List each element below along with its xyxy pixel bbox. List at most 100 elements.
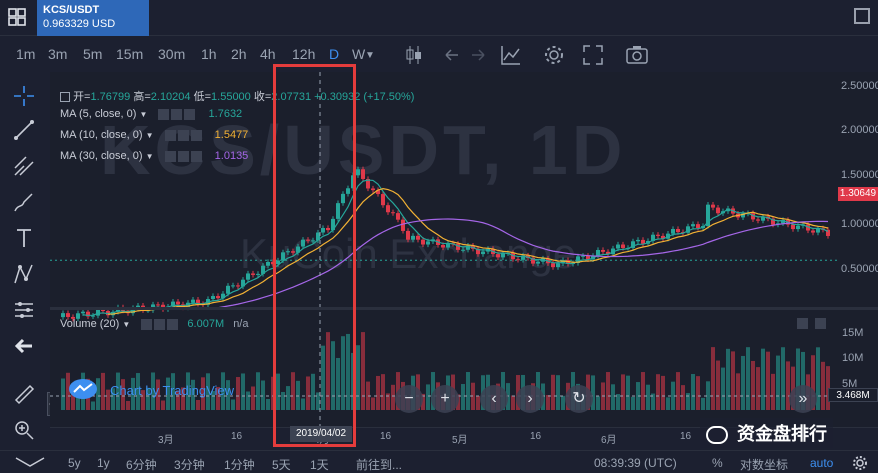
settings-icon[interactable] bbox=[177, 150, 189, 162]
interval-week[interactable]: W bbox=[352, 46, 365, 62]
candle-body bbox=[256, 273, 260, 275]
scroll-to-realtime-button[interactable]: » bbox=[789, 385, 817, 413]
range-5d[interactable]: 5天 bbox=[272, 456, 291, 473]
eye-icon[interactable] bbox=[158, 108, 170, 120]
interval-day[interactable]: D bbox=[329, 46, 339, 62]
candle-body bbox=[536, 261, 540, 264]
tradingview-logo-icon[interactable] bbox=[68, 378, 98, 400]
candle-body bbox=[81, 311, 85, 314]
ma30-legend[interactable]: MA (30, close, 0) ▼ 1.0135 bbox=[60, 150, 248, 162]
text-icon[interactable] bbox=[12, 226, 36, 250]
log-scale-toggle[interactable]: 对数坐标 bbox=[740, 456, 788, 473]
ma10-legend[interactable]: MA (10, close, 0) ▼ 1.5477 bbox=[60, 129, 248, 141]
volume-bar bbox=[781, 347, 785, 410]
percent-toggle[interactable]: % bbox=[712, 456, 723, 470]
volume-bar bbox=[776, 355, 780, 410]
ma10-name: MA (10, close, 0) bbox=[60, 129, 143, 141]
settings-gear-icon[interactable] bbox=[543, 44, 565, 66]
candle-body bbox=[391, 212, 395, 214]
tradingview-credit[interactable]: Chart by TradingView bbox=[110, 383, 234, 398]
candle-body bbox=[811, 230, 815, 233]
interval-2h[interactable]: 2h bbox=[231, 46, 247, 62]
reset-chart-button[interactable]: ↻ bbox=[565, 385, 593, 413]
interval-3m[interactable]: 3m bbox=[48, 46, 67, 62]
eye-icon[interactable] bbox=[164, 129, 176, 141]
undo-icon[interactable] bbox=[442, 44, 460, 66]
volume-legend[interactable]: Volume (20) ▼ 6.007M n/a bbox=[60, 318, 248, 330]
interval-30m[interactable]: 30m bbox=[158, 46, 185, 62]
candle-body bbox=[156, 304, 160, 306]
pattern-icon[interactable] bbox=[12, 262, 36, 286]
candles-icon[interactable] bbox=[405, 44, 423, 66]
back-arrow-icon[interactable] bbox=[12, 334, 36, 358]
candle-body bbox=[411, 235, 415, 240]
zoom-out-button[interactable]: − bbox=[395, 385, 423, 413]
fib-icon[interactable] bbox=[12, 154, 36, 178]
goto-date-button[interactable]: 前往到... bbox=[356, 456, 402, 473]
top-bar: KCS/USDT 0.963329 USD bbox=[0, 0, 878, 36]
interval-1m[interactable]: 1m bbox=[16, 46, 35, 62]
auto-scale-toggle[interactable]: auto bbox=[810, 456, 833, 470]
volume-bar bbox=[711, 347, 715, 410]
pane-divider[interactable] bbox=[50, 307, 878, 310]
interval-12h[interactable]: 12h bbox=[292, 46, 315, 62]
close-icon[interactable] bbox=[167, 318, 179, 330]
candle-body bbox=[636, 239, 640, 242]
candle-body bbox=[211, 296, 215, 300]
interval-4h[interactable]: 4h bbox=[260, 46, 276, 62]
scroll-left-button[interactable]: ‹ bbox=[480, 385, 508, 413]
range-3min[interactable]: 3分钟 bbox=[174, 456, 205, 473]
settings-icon[interactable] bbox=[177, 129, 189, 141]
collapse-legend-icon[interactable] bbox=[60, 92, 70, 103]
chevron-down-icon[interactable] bbox=[12, 455, 48, 469]
brush-icon[interactable] bbox=[12, 190, 36, 214]
volume-bar bbox=[756, 367, 760, 410]
compare-icon[interactable] bbox=[500, 44, 522, 66]
settings-icon[interactable] bbox=[154, 318, 166, 330]
interval-15m[interactable]: 15m bbox=[116, 46, 143, 62]
camera-icon[interactable] bbox=[625, 44, 649, 66]
ruler-icon[interactable] bbox=[12, 382, 36, 406]
interval-dropdown-icon[interactable]: ▼ bbox=[365, 50, 375, 61]
zoom-icon[interactable] bbox=[12, 418, 36, 442]
wechat-logo-icon bbox=[706, 426, 728, 445]
maximize-pane-icon[interactable] bbox=[815, 318, 826, 329]
grid-menu-icon[interactable] bbox=[8, 8, 26, 26]
interval-toolbar: 1m 3m 5m 15m 30m 1h 2h 4h 12h D W ▼ bbox=[0, 42, 878, 68]
eye-icon[interactable] bbox=[141, 318, 153, 330]
range-1y[interactable]: 1y bbox=[97, 456, 110, 470]
close-icon[interactable] bbox=[184, 108, 196, 120]
symbol-selector[interactable]: KCS/USDT 0.963329 USD bbox=[37, 0, 149, 36]
fullscreen-toggle-icon[interactable] bbox=[854, 8, 870, 24]
settings-icon[interactable] bbox=[171, 108, 183, 120]
ma30-name: MA (30, close, 0) bbox=[60, 150, 143, 162]
clock-time[interactable]: 08:39:39 (UTC) bbox=[594, 456, 677, 470]
interval-5m[interactable]: 5m bbox=[83, 46, 102, 62]
interval-1h[interactable]: 1h bbox=[201, 46, 217, 62]
crosshair-icon[interactable] bbox=[12, 84, 36, 108]
eye-icon[interactable] bbox=[164, 150, 176, 162]
ma5-legend[interactable]: MA (5, close, 0) ▼ 1.7632 bbox=[60, 108, 242, 120]
badge-text: 资金盘排行 bbox=[737, 424, 828, 444]
gear-icon[interactable] bbox=[852, 455, 868, 471]
move-up-icon[interactable] bbox=[797, 318, 808, 329]
fullscreen-icon[interactable] bbox=[582, 44, 604, 66]
scroll-right-button[interactable]: › bbox=[516, 385, 544, 413]
trend-line-icon[interactable] bbox=[12, 118, 36, 142]
volume-bar bbox=[631, 396, 635, 410]
candle-body bbox=[656, 234, 660, 236]
range-5y[interactable]: 5y bbox=[68, 456, 81, 470]
range-6min[interactable]: 6分钟 bbox=[126, 456, 157, 473]
volume-bar bbox=[736, 373, 740, 410]
low-label: 低= bbox=[193, 91, 212, 103]
measure-icon[interactable] bbox=[12, 298, 36, 322]
redo-icon[interactable] bbox=[470, 44, 488, 66]
close-icon[interactable] bbox=[190, 129, 202, 141]
range-1min[interactable]: 1分钟 bbox=[224, 456, 255, 473]
close-icon[interactable] bbox=[190, 150, 202, 162]
volume-bar bbox=[376, 375, 380, 410]
range-1d[interactable]: 1天 bbox=[310, 456, 329, 473]
candle-body bbox=[176, 301, 180, 305]
candle-body bbox=[691, 224, 695, 227]
zoom-in-button[interactable]: + bbox=[431, 385, 459, 413]
